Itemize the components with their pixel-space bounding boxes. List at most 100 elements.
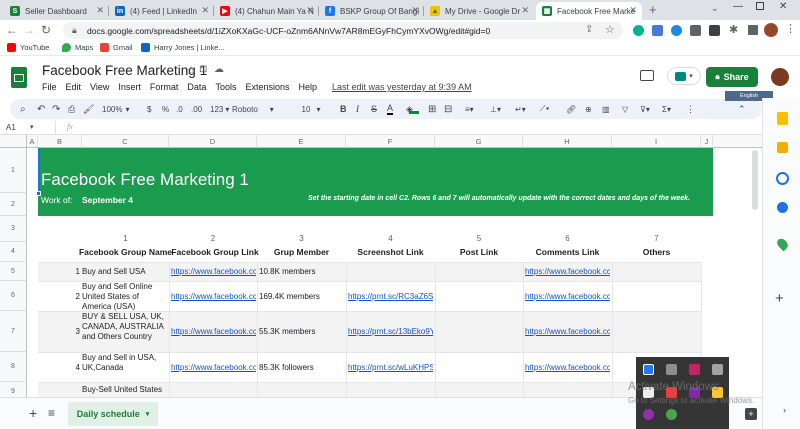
- text-color-button[interactable]: A: [387, 103, 394, 115]
- chevron-down-icon[interactable]: ⌄: [711, 3, 719, 14]
- keep-icon[interactable]: [777, 112, 788, 125]
- reload-icon[interactable]: ↻: [41, 23, 51, 37]
- group-link-cell[interactable]: https://www.facebook.cc: [171, 363, 256, 373]
- comments-link-cell[interactable]: https://www.facebook.cc: [525, 363, 610, 373]
- share-button[interactable]: 🔒︎ Share: [706, 67, 758, 87]
- chevron-down-icon[interactable]: ▾: [30, 123, 34, 131]
- font-size-select[interactable]: 10 ▾: [296, 103, 326, 115]
- strikethrough-button[interactable]: S: [371, 103, 377, 115]
- extension-check-icon[interactable]: [671, 25, 682, 36]
- row-header-7[interactable]: 7: [0, 311, 27, 352]
- row-header-6[interactable]: 6: [0, 281, 27, 311]
- column-header-c[interactable]: C: [82, 135, 169, 148]
- group-name-cell[interactable]: Buy and Sell in USA, UK,Canada: [82, 353, 167, 373]
- extension-dark-icon[interactable]: [709, 25, 720, 36]
- more-formats-button[interactable]: 123 ▾: [210, 103, 229, 115]
- italic-button[interactable]: I: [356, 103, 359, 115]
- side-panel-icon[interactable]: [748, 25, 758, 35]
- menu-data[interactable]: Data: [187, 82, 206, 92]
- paint-format-icon[interactable]: 🖌︎: [83, 103, 94, 115]
- tab-seller-dashboard[interactable]: S Seller Dashboard ✕: [4, 2, 109, 20]
- tray-green-icon[interactable]: [666, 409, 677, 420]
- fill-bucket-icon[interactable]: ◈: [406, 103, 413, 115]
- align-left-icon[interactable]: ≡▾: [465, 103, 474, 115]
- group-link-cell[interactable]: https://www.facebook.cc: [171, 267, 256, 277]
- comments-link-cell[interactable]: https://www.facebook.cc: [525, 292, 610, 302]
- print-icon[interactable]: ⎙: [68, 103, 75, 115]
- column-header-d[interactable]: D: [169, 135, 257, 148]
- minimize-icon[interactable]: —: [733, 1, 743, 12]
- all-sheets-button[interactable]: ≡: [48, 406, 55, 420]
- meet-button[interactable]: ▾: [667, 67, 701, 85]
- group-name-cell[interactable]: BUY & SELL USA, UK, CANADA, AUSTRALIA an…: [82, 312, 167, 342]
- font-select[interactable]: Roboto ▾: [232, 103, 282, 115]
- redo-icon[interactable]: ↷: [52, 103, 60, 115]
- document-title[interactable]: Facebook Free Marketing 1: [42, 63, 207, 78]
- members-cell[interactable]: 55.3K members: [259, 327, 344, 337]
- column-header-e[interactable]: E: [257, 135, 346, 148]
- sheets-logo-icon[interactable]: [11, 67, 27, 88]
- menu-view[interactable]: View: [90, 82, 109, 92]
- add-sheet-button[interactable]: +: [29, 405, 37, 421]
- text-wrap-icon[interactable]: ↵▾: [515, 103, 526, 115]
- increase-decimal-button[interactable]: .00: [191, 103, 202, 115]
- back-icon[interactable]: ←: [6, 23, 18, 37]
- vertical-align-icon[interactable]: ⊥▾: [490, 103, 501, 115]
- close-window-icon[interactable]: ✕: [779, 1, 787, 12]
- screenshot-link-cell[interactable]: https://prnt.sc/RC3aZ6S: [348, 292, 433, 302]
- group-name-cell[interactable]: Buy and Sell Online United States of Ame…: [82, 282, 167, 312]
- close-icon[interactable]: ✕: [411, 5, 419, 16]
- comments-link-cell[interactable]: https://www.facebook.cc: [525, 327, 610, 337]
- column-header-i[interactable]: I: [612, 135, 701, 148]
- functions-icon[interactable]: Σ▾: [662, 103, 671, 115]
- group-link-cell[interactable]: https://www.facebook.cc: [171, 327, 256, 337]
- column-header-h[interactable]: H: [523, 135, 612, 148]
- star-icon[interactable]: ☆: [186, 64, 196, 77]
- tray-feather-icon[interactable]: [643, 409, 654, 420]
- bold-button[interactable]: B: [340, 103, 347, 115]
- screenshot-link-cell[interactable]: https://prnt.sc/13bEko9Y: [348, 327, 433, 337]
- add-addon-icon[interactable]: +: [775, 290, 784, 307]
- menu-edit[interactable]: Edit: [66, 82, 82, 92]
- bookmark-linkedin[interactable]: Harry Jones | Linke...: [141, 43, 225, 52]
- screenshot-link-cell[interactable]: https://prnt.sc/wLuKHPS: [348, 363, 433, 373]
- chevron-up-icon[interactable]: ⌃: [738, 103, 746, 115]
- browser-menu-icon[interactable]: ⋮: [785, 22, 796, 35]
- tasks-icon[interactable]: [776, 172, 789, 185]
- tab-sheets-active[interactable]: ▦ Facebook Free Marke ✕: [536, 2, 642, 20]
- decrease-decimal-button[interactable]: .0: [176, 103, 183, 115]
- profile-avatar[interactable]: [764, 23, 778, 37]
- tasks-yellow-icon[interactable]: [777, 142, 788, 153]
- row-header-9[interactable]: 9: [0, 382, 27, 397]
- zoom-select[interactable]: 100% ▾: [102, 103, 129, 115]
- bookmark-gmail[interactable]: Gmail: [100, 43, 133, 52]
- close-icon[interactable]: ✕: [201, 5, 209, 16]
- close-icon[interactable]: ✕: [96, 5, 104, 16]
- column-header-a[interactable]: A: [27, 135, 38, 148]
- more-options-icon[interactable]: ⋮: [686, 103, 695, 115]
- share-page-icon[interactable]: ⇪: [585, 24, 593, 35]
- insert-comment-icon[interactable]: ⊕: [585, 103, 592, 115]
- work-of-date[interactable]: September 4: [82, 195, 133, 205]
- group-name-cell[interactable]: Buy and Sell USA: [82, 267, 167, 277]
- tab-linkedin[interactable]: in (4) Feed | LinkedIn ✕: [109, 2, 214, 20]
- move-folder-icon[interactable]: ⊡: [199, 64, 207, 75]
- comments-link-cell[interactable]: https://www.facebook.cc: [525, 267, 610, 277]
- currency-button[interactable]: $: [147, 103, 151, 115]
- column-header-b[interactable]: B: [38, 135, 82, 148]
- formula-input[interactable]: [85, 122, 755, 134]
- insert-chart-icon[interactable]: ▥: [602, 103, 610, 115]
- bookmark-youtube[interactable]: YouTube: [7, 43, 49, 52]
- row-header-8[interactable]: 8: [0, 352, 27, 382]
- last-edit-link[interactable]: Last edit was yesterday at 9:39 AM: [332, 82, 472, 92]
- filter-views-icon[interactable]: ⊽▾: [640, 103, 650, 115]
- close-icon[interactable]: ✕: [629, 5, 637, 16]
- borders-icon[interactable]: ⊞: [428, 103, 436, 115]
- row-header-5[interactable]: 5: [0, 262, 27, 281]
- menu-help[interactable]: Help: [298, 82, 317, 92]
- members-cell[interactable]: 10.8K members: [259, 267, 344, 277]
- close-icon[interactable]: ✕: [521, 5, 529, 16]
- merge-cells-icon[interactable]: ⊟: [444, 103, 452, 115]
- search-menus-icon[interactable]: ⌕: [20, 103, 26, 115]
- members-cell[interactable]: 169.4K members: [259, 292, 344, 302]
